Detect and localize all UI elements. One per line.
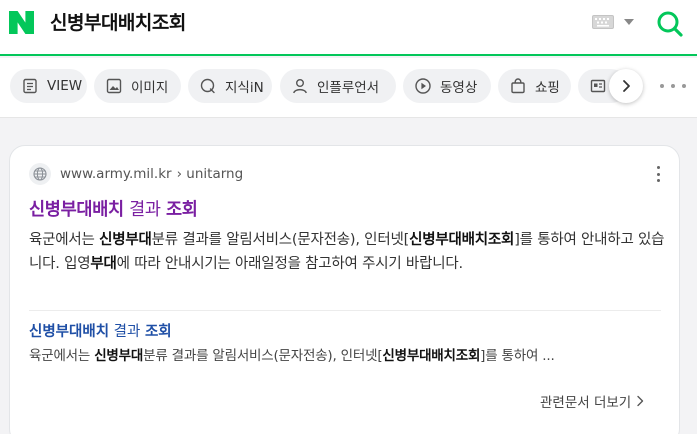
qna-icon	[200, 78, 215, 94]
shopping-bag-icon	[511, 78, 525, 94]
image-icon	[106, 78, 122, 94]
site-path: › unitarng	[176, 166, 244, 182]
chevron-right-icon	[623, 80, 630, 92]
tab-view[interactable]: VIEW	[10, 69, 87, 103]
tab-shopping[interactable]: 쇼핑	[498, 69, 571, 103]
tabs-scroll-right-button[interactable]	[609, 69, 643, 103]
tab-label: 지식iN	[225, 80, 264, 96]
more-tabs-icon[interactable]	[660, 79, 686, 93]
sub-desc-highlight: 신병부대	[94, 348, 144, 364]
sub-result-title-link[interactable]: 신병부대배치 결과 조회	[29, 322, 172, 342]
tab-label: 동영상	[440, 80, 478, 96]
sub-desc-text: 육군에서는	[29, 348, 95, 364]
tab-label: 이미지	[131, 80, 169, 96]
related-documents-link[interactable]: 관련문서 더보기	[540, 391, 644, 411]
keyboard-icon[interactable]	[592, 15, 614, 29]
result-source[interactable]: www.army.mil.kr › unitarng	[29, 163, 243, 185]
search-icon[interactable]	[656, 10, 684, 38]
sub-result-description: 육군에서는 신병부대분류 결과를 알림서비스(문자전송), 인터넷[신병부대배치…	[29, 346, 665, 366]
desc-highlight: 신병부대배치조회	[409, 232, 515, 248]
globe-icon	[29, 163, 51, 185]
chevron-right-icon	[637, 395, 644, 407]
sub-desc-highlight: 신병부대배치조회	[382, 348, 481, 364]
naver-logo-icon[interactable]	[9, 11, 34, 34]
sub-title-text: 결과	[109, 324, 145, 340]
play-icon	[415, 78, 431, 94]
site-url: www.army.mil.kr	[60, 166, 172, 182]
tab-influencer[interactable]: 인플루언서	[280, 69, 396, 103]
search-query-text[interactable]: 신병부대배치조회	[50, 9, 186, 37]
title-highlight: 신병부대배치	[29, 200, 124, 220]
divider	[29, 310, 661, 311]
title-highlight: 조회	[165, 200, 198, 220]
tab-label: VIEW	[47, 78, 83, 94]
tab-label: 인플루언서	[317, 80, 380, 96]
tab-video[interactable]: 동영상	[403, 69, 491, 103]
more-options-icon[interactable]	[655, 166, 661, 182]
news-icon	[590, 79, 606, 93]
desc-text: 에 따라 안내시기는 아래일정을 참고하여 주시기 바랍니다.	[116, 256, 463, 272]
related-label: 관련문서 더보기	[540, 395, 632, 411]
search-tabs: VIEW 이미지 지식iN 인플루언서 동영상 쇼핑	[0, 58, 697, 118]
document-icon	[23, 78, 37, 94]
search-result-card: www.army.mil.kr › unitarng 신병부대배치 결과 조회 …	[9, 145, 680, 434]
desc-highlight: 부대	[90, 256, 117, 272]
person-icon	[293, 79, 307, 94]
desc-highlight: 신병부대	[99, 232, 152, 248]
result-description: 육군에서는 신병부대분류 결과를 알림서비스(문자전송), 인터넷[신병부대배치…	[29, 228, 665, 276]
title-text: 결과	[123, 200, 166, 220]
tab-image[interactable]: 이미지	[94, 69, 181, 103]
keyboard-dropdown-caret-icon[interactable]	[624, 19, 634, 25]
result-title-link[interactable]: 신병부대배치 결과 조회	[29, 198, 198, 222]
sub-title-highlight: 신병부대배치	[29, 324, 110, 340]
sub-desc-text: ]를 통하여 ...	[480, 348, 555, 364]
search-header: 신병부대배치조회	[0, 0, 697, 56]
sub-desc-text: 분류 결과를 알림서비스(문자전송), 인터넷[	[143, 348, 383, 364]
tab-knowledge-in[interactable]: 지식iN	[188, 69, 272, 103]
desc-text: 분류 결과를 알림서비스(문자전송), 인터넷[	[151, 232, 410, 248]
tab-label: 쇼핑	[535, 80, 560, 96]
sub-title-highlight: 조회	[144, 324, 172, 340]
desc-text: 육군에서는	[29, 232, 100, 248]
